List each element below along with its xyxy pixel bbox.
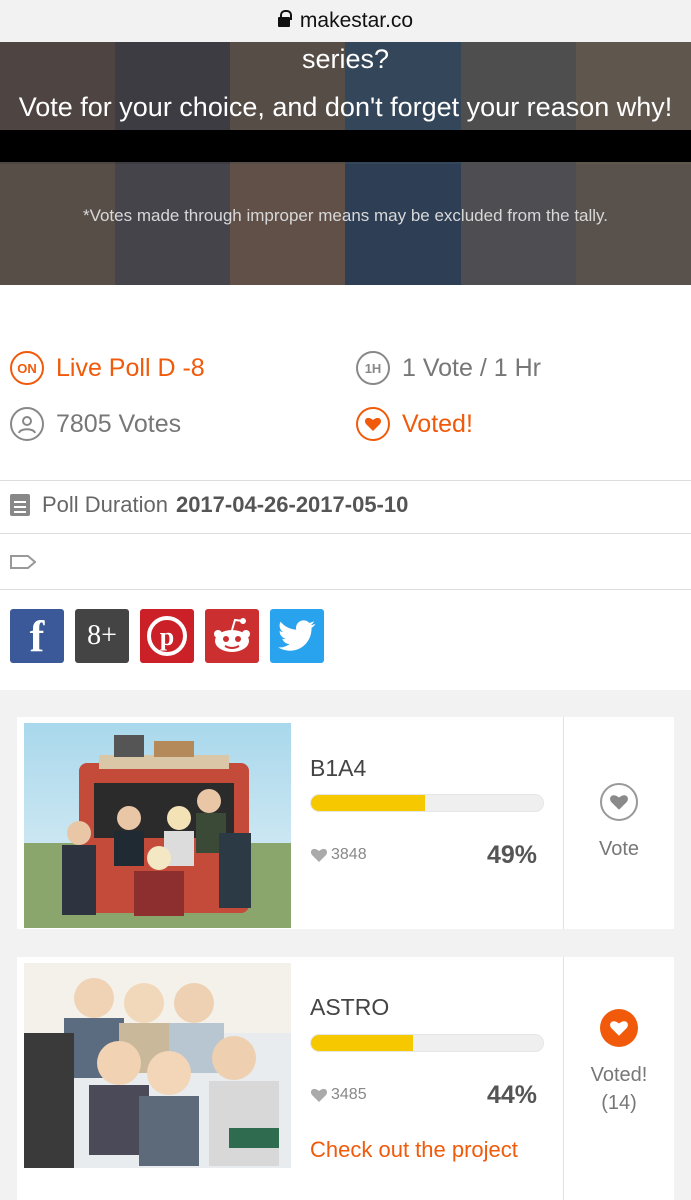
vote-limit: 1H 1 Vote / 1 Hr: [356, 351, 541, 385]
vote-progress-fill: [311, 795, 425, 811]
poll-status: ON Live Poll D -8: [10, 351, 205, 385]
poll-duration-label: Poll Duration: [42, 492, 168, 517]
browser-url-bar[interactable]: makestar.co: [0, 0, 691, 42]
voted-label: Voted! (14): [591, 1061, 648, 1117]
divider: [0, 533, 691, 534]
url-text: makestar.co: [299, 9, 414, 32]
google-plus-icon: 8+: [87, 620, 117, 651]
tag-icon: [10, 555, 36, 569]
total-votes: 7805 Votes: [10, 407, 181, 441]
voted-text: Voted!: [402, 409, 473, 438]
vote-percent: 49%: [487, 841, 538, 869]
poll-duration: Poll Duration 2017-04-26-2017-05-10: [10, 492, 408, 518]
divider: [0, 480, 691, 481]
facebook-icon: f: [29, 611, 45, 661]
candidate-photo-astro[interactable]: [24, 963, 291, 1168]
lock-icon: [277, 9, 292, 31]
vote-limit-text: 1 Vote / 1 Hr: [402, 353, 541, 382]
vote-percent: 44%: [487, 1081, 538, 1109]
heart-icon: [310, 1088, 328, 1102]
candidate-card: B1A4 3848 49% Vote: [17, 717, 674, 929]
banner-black-strip: [0, 130, 691, 162]
candidate-card: ASTRO 3485 44% Check out the project Vot…: [17, 957, 674, 1200]
twitter-icon: [278, 620, 316, 651]
vote-label: Vote: [598, 838, 640, 860]
pinterest-icon: p: [147, 616, 187, 656]
reddit-share-button[interactable]: [205, 609, 259, 663]
reddit-icon: [214, 618, 250, 652]
twitter-share-button[interactable]: [270, 609, 324, 663]
voted-count: (14): [601, 1092, 637, 1114]
poll-status-text: Live Poll D -8: [56, 353, 205, 382]
banner-collage-image: [0, 42, 691, 285]
total-votes-text: 7805 Votes: [56, 409, 182, 438]
banner-heading: series?: [301, 44, 390, 74]
voted-label-text: Voted!: [590, 1064, 648, 1086]
banner-subheading: Vote for your choice, and don't forget y…: [18, 92, 673, 122]
hour-icon: 1H: [356, 351, 390, 385]
vote-count: 3485: [310, 1086, 367, 1104]
vote-progress-bar: [310, 794, 544, 812]
vote-progress-bar: [310, 1034, 544, 1052]
social-share-bar: f 8+ p: [10, 609, 335, 663]
google-plus-share-button[interactable]: 8+: [75, 609, 129, 663]
candidate-list: B1A4 3848 49% Vote ASTRO 3485 44% Check …: [0, 690, 691, 1200]
banner-disclaimer: *Votes made through improper means may b…: [82, 206, 609, 225]
vote-progress-fill: [311, 1035, 414, 1051]
voted-button[interactable]: Voted! (14): [564, 957, 674, 1169]
voted-status: Voted!: [356, 407, 473, 441]
heart-icon: [356, 407, 390, 441]
facebook-share-button[interactable]: f: [10, 609, 64, 663]
candidate-name: B1A4: [310, 755, 367, 781]
vote-count-text: 3848: [331, 846, 367, 863]
check-out-project-link[interactable]: Check out the project: [310, 1137, 518, 1163]
svg-text:p: p: [160, 622, 174, 651]
candidate-name: ASTRO: [310, 994, 390, 1020]
candidate-photo-b1a4[interactable]: [24, 723, 291, 928]
pinterest-share-button[interactable]: p: [140, 609, 194, 663]
heart-filled-icon[interactable]: [600, 1009, 638, 1047]
heart-icon: [310, 848, 328, 862]
vote-button[interactable]: Vote: [564, 717, 674, 929]
live-on-icon: ON: [10, 351, 44, 385]
vote-count: 3848: [310, 846, 367, 864]
vote-count-text: 3485: [331, 1086, 367, 1103]
heart-outline-icon[interactable]: [600, 783, 638, 821]
divider: [0, 589, 691, 590]
poll-duration-value: 2017-04-26-2017-05-10: [175, 492, 409, 517]
user-icon: [10, 407, 44, 441]
calendar-icon: [10, 494, 30, 516]
poll-info: ON Live Poll D -8 1H 1 Vote / 1 Hr 7805 …: [0, 285, 691, 481]
poll-banner: series? Vote for your choice, and don't …: [0, 42, 691, 285]
